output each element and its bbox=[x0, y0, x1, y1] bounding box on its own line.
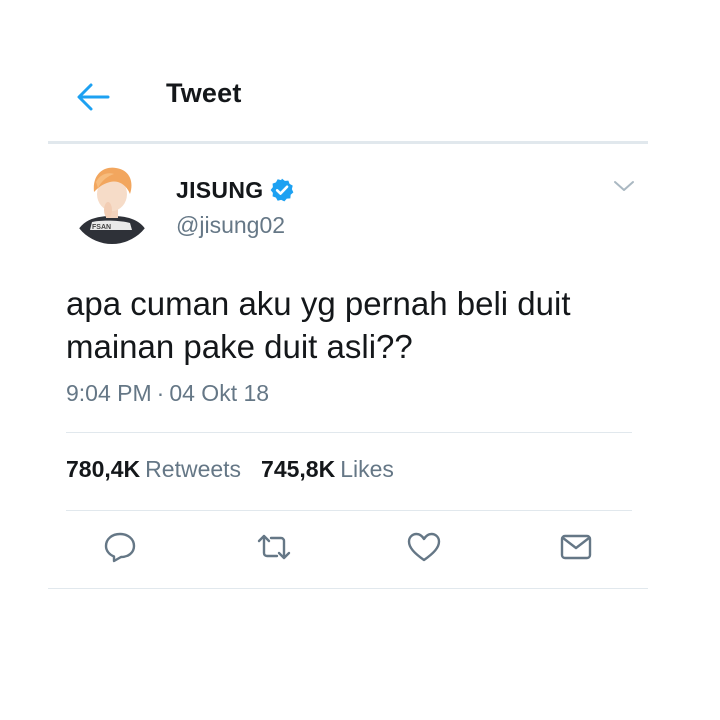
divider bbox=[48, 588, 648, 589]
reply-icon bbox=[104, 532, 136, 563]
avatar-shirt-text: FSAN bbox=[92, 224, 111, 231]
share-button[interactable] bbox=[558, 530, 594, 564]
tweet-time: 9:04 PM bbox=[66, 380, 152, 406]
tweet-text: apa cuman aku yg pernah beli duit mainan… bbox=[66, 285, 571, 365]
retweets-label[interactable]: Retweets bbox=[145, 456, 241, 483]
top-bar: Tweet bbox=[48, 60, 648, 144]
like-button[interactable] bbox=[406, 530, 442, 564]
divider bbox=[66, 432, 632, 433]
retweets-count[interactable]: 780,4K bbox=[66, 456, 140, 483]
display-name[interactable]: JISUNG bbox=[176, 177, 263, 204]
chevron-down-icon[interactable] bbox=[612, 176, 636, 196]
avatar[interactable]: FSAN bbox=[70, 160, 154, 244]
arrow-left-icon[interactable] bbox=[76, 82, 110, 112]
verified-badge-icon bbox=[271, 178, 294, 202]
likes-count[interactable]: 745,8K bbox=[261, 456, 335, 483]
share-icon bbox=[560, 534, 592, 560]
tweet-stats: 780,4K Retweets 745,8K Likes bbox=[66, 456, 394, 483]
likes-label[interactable]: Likes bbox=[340, 456, 394, 483]
retweet-icon bbox=[257, 534, 291, 560]
reply-button[interactable] bbox=[102, 530, 138, 564]
author-name-row[interactable]: JISUNG bbox=[176, 174, 295, 206]
meta-separator: · bbox=[156, 380, 165, 406]
like-icon bbox=[407, 532, 441, 562]
tweet-timestamp: 9:04 PM · 04 Okt 18 bbox=[66, 380, 269, 407]
tweet-date: 04 Okt 18 bbox=[169, 380, 270, 406]
page-title: Tweet bbox=[166, 78, 242, 108]
user-handle[interactable]: @jisung02 bbox=[176, 212, 285, 239]
retweet-button[interactable] bbox=[256, 530, 292, 564]
divider bbox=[66, 510, 632, 511]
